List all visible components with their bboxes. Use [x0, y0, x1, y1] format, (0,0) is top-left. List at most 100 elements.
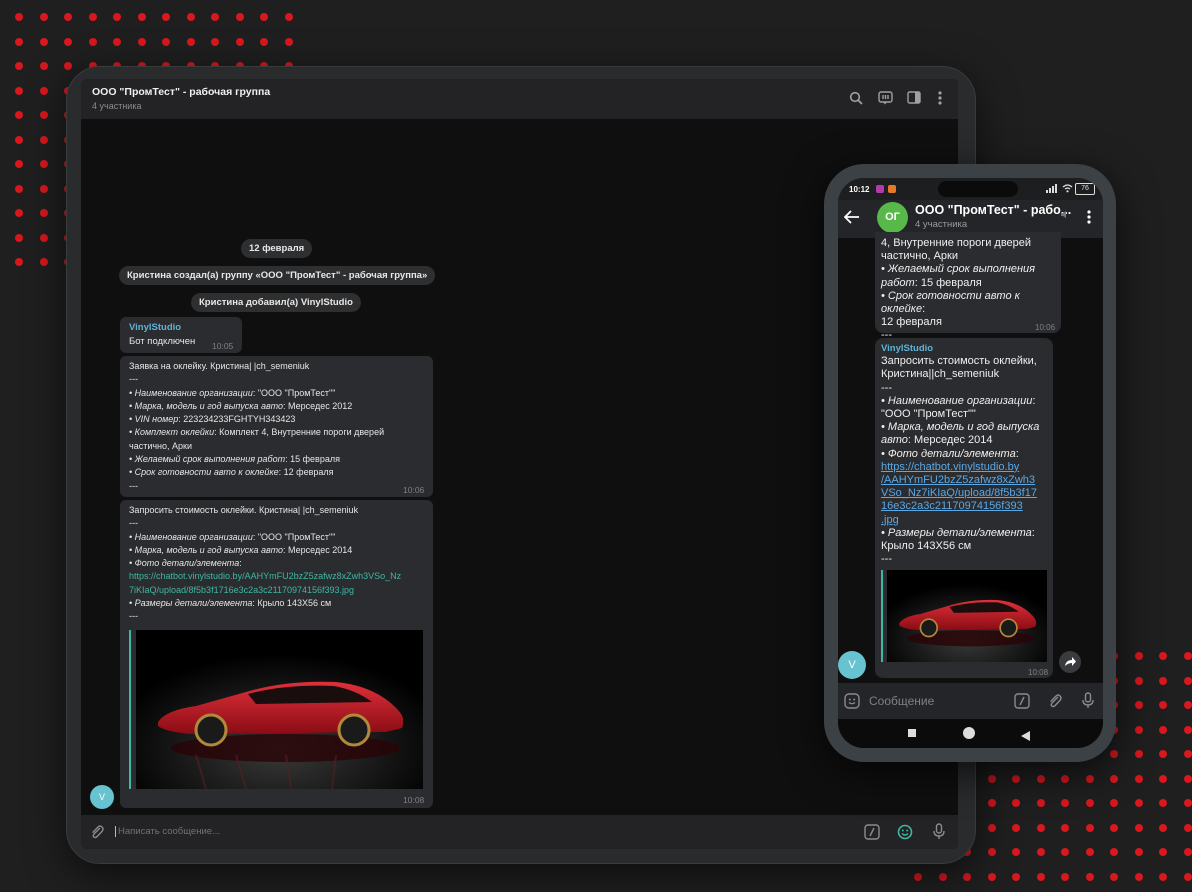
decorative-dot [15, 209, 23, 217]
decorative-dot [1110, 750, 1118, 758]
more-icon[interactable] [932, 91, 948, 107]
preview-accent-bar [129, 630, 131, 789]
chat-title[interactable]: ООО "ПромТест" - рабочая группа [92, 86, 270, 98]
message-input[interactable]: Сообщение [869, 694, 934, 708]
field-size: • Размеры детали/элемента [881, 526, 1032, 539]
decorative-dot [39, 111, 48, 119]
photo-link[interactable]: https://chatbot.vinylstudio.by/AAHYmFU2b… [129, 570, 429, 583]
decorative-dot [987, 848, 996, 856]
microphone-icon[interactable] [1081, 692, 1095, 714]
decorative-dot [1134, 676, 1143, 685]
message-title: Запросить стоимость оклейки, [881, 355, 1037, 368]
decorative-dot [235, 37, 244, 46]
wifi-icon [1062, 183, 1073, 195]
message-bubble[interactable]: Запросить стоимость оклейки. Кристина| |… [120, 500, 433, 808]
decorative-dot [39, 233, 48, 242]
field-photo: • Фото детали/элемента: [129, 558, 242, 569]
decorative-dot [1134, 848, 1143, 856]
decorative-dot [1183, 701, 1192, 709]
field-ready-value: 12 февраля [881, 316, 942, 329]
message-input-bar: Сообщение [838, 683, 1103, 719]
message-sender[interactable]: VinylStudio [881, 342, 1051, 355]
decorative-dot [1036, 872, 1045, 881]
decorative-dot [39, 160, 48, 168]
message-bubble[interactable]: Заявка на оклейку. Кристина| |ch_semeniu… [120, 356, 433, 497]
photo-link-cont[interactable]: .jpg [881, 514, 1051, 527]
decorative-dot [39, 209, 48, 217]
message-bubble[interactable]: 4, Внутренние пороги дверей частично, Ар… [875, 232, 1061, 341]
decorative-dot [15, 160, 23, 168]
photo-link[interactable]: https://chatbot.vinylstudio.by [881, 461, 1051, 474]
field-kit-cont: частично, Арки [129, 440, 192, 451]
message-input[interactable]: Написать сообщение... [115, 826, 220, 837]
field-org: • Наименование организации: "ООО "ПромТе… [129, 531, 336, 542]
photo-link-cont[interactable]: VSo_Nz7iKIaQ/upload/8f5b3f17 [881, 487, 1051, 500]
microphone-icon[interactable] [932, 823, 946, 845]
field-photo: • Фото детали/элемента [881, 447, 1016, 460]
back-arrow-icon[interactable] [843, 210, 860, 229]
search-icon[interactable] [848, 91, 864, 107]
more-icon[interactable] [1087, 210, 1091, 229]
decorative-dot [1110, 823, 1118, 832]
decorative-dot [1012, 848, 1020, 856]
attach-icon[interactable] [1047, 693, 1063, 714]
chat-title[interactable]: ООО "ПромТест" - рабо... [915, 203, 1071, 217]
decorative-dot [1159, 652, 1167, 660]
decorative-dot [260, 13, 268, 21]
avatar[interactable]: V [90, 785, 114, 809]
emoji-icon[interactable] [897, 824, 913, 845]
photo-link-cont[interactable]: 16e3c2a3c21170974156f393 [881, 500, 1051, 513]
decorative-dot [15, 37, 23, 46]
decorative-dot [39, 258, 48, 266]
back-button[interactable] [1021, 728, 1030, 746]
decorative-dot [15, 258, 23, 266]
car-photo-preview[interactable] [136, 630, 423, 789]
signal-icon [1046, 184, 1060, 195]
decorative-dot [1183, 750, 1192, 758]
sticker-icon[interactable] [844, 693, 860, 714]
chat-icon[interactable] [877, 91, 893, 107]
decorative-dot [1183, 872, 1192, 881]
group-avatar[interactable]: ОГ [877, 202, 908, 233]
car-photo-preview[interactable] [887, 570, 1047, 662]
decorative-dot [1061, 848, 1069, 856]
photo-link-cont[interactable]: /AAHYmFU2bzZ5zafwz8xZwh3 [881, 474, 1051, 487]
message-bubble[interactable]: VinylStudio Запросить стоимость оклейки,… [875, 338, 1053, 678]
decorative-dot [211, 37, 219, 46]
message-sender[interactable]: VinylStudio [129, 321, 181, 334]
message-bubble[interactable]: VinylStudio Бот подключен 10:05 [120, 317, 242, 353]
home-button[interactable] [963, 727, 975, 739]
photo-link-cont[interactable]: 7iKIaQ/upload/8f5b3f1716e3c2a3c211709741… [129, 584, 429, 597]
decorative-dot [137, 13, 146, 21]
decorative-dot [1085, 774, 1094, 783]
commands-icon[interactable] [1014, 693, 1030, 714]
decorative-dot [39, 135, 48, 144]
field-term: • Желаемый срок выполнения работ: 15 фев… [129, 454, 340, 465]
field-ready: • Срок готовности авто к оклейке: 12 фев… [129, 467, 334, 478]
decorative-dot [1134, 652, 1143, 660]
field-kit: • Комплект оклейки: Комплект 4, Внутренн… [129, 427, 385, 438]
decorative-dot [113, 37, 121, 46]
message-line: частично, Арки [881, 250, 958, 263]
commands-icon[interactable] [864, 824, 880, 845]
decorative-dot [15, 86, 23, 95]
field-ready: • Срок готовности авто к оклейке [881, 289, 1020, 316]
attach-icon[interactable] [89, 824, 105, 845]
decorative-dot [1012, 872, 1020, 881]
field-term: • Желаемый срок выполнения [881, 263, 1036, 276]
field-model: • Марка, модель и год выпуска [881, 421, 1040, 434]
decorative-dot [15, 184, 23, 193]
decorative-dot [1159, 799, 1167, 807]
share-icon[interactable] [1059, 651, 1081, 673]
decorative-dot [1061, 823, 1069, 832]
recents-button[interactable] [908, 729, 916, 737]
decorative-dot [1183, 652, 1192, 660]
decorative-dot [15, 135, 23, 144]
decorative-dot [1061, 774, 1069, 783]
decorative-dot [1183, 725, 1192, 734]
decorative-dot [284, 13, 293, 21]
decorative-dot [15, 233, 23, 242]
date-separator: 12 февраля [241, 239, 313, 258]
avatar[interactable]: V [838, 651, 866, 679]
sidebar-icon[interactable] [906, 91, 922, 107]
